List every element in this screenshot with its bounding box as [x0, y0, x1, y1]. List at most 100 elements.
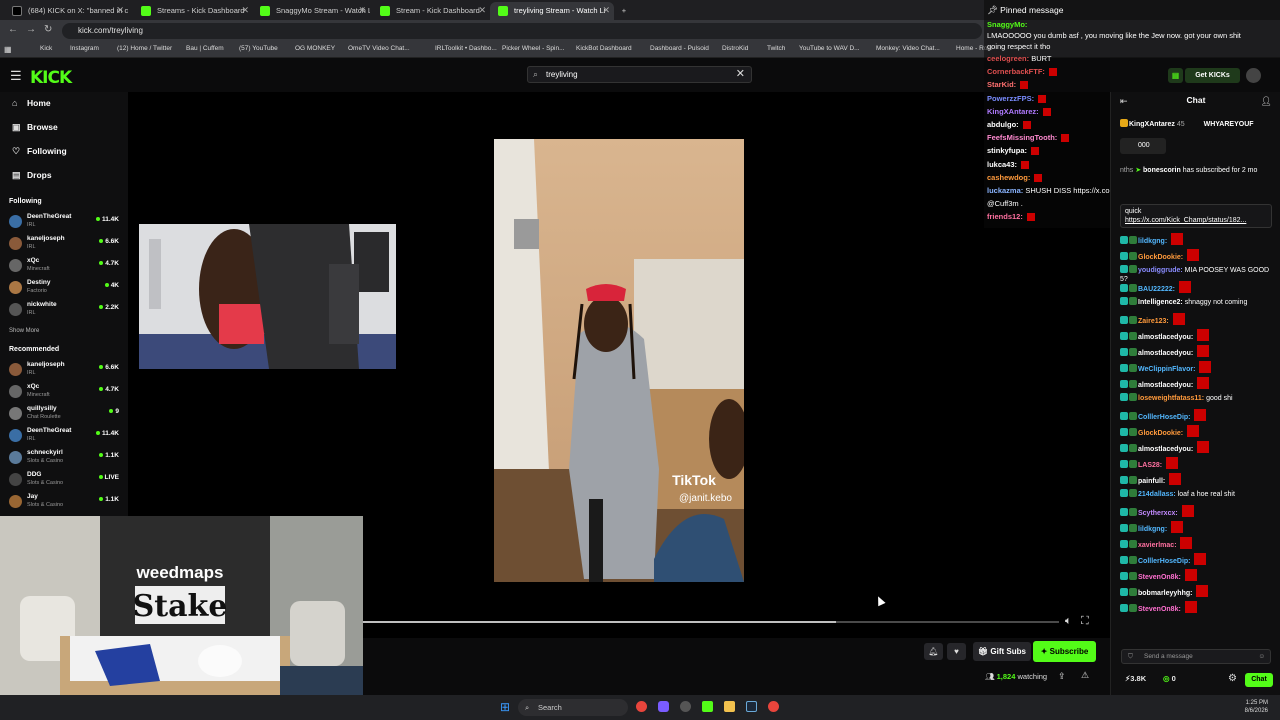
chat-username[interactable]: 214dallass:	[1138, 491, 1176, 498]
sidebar-channel[interactable]: kaneljoseph IRL 6.6K	[9, 361, 121, 381]
chat-username[interactable]: painfull:	[1138, 478, 1165, 485]
forward-icon[interactable]: →	[26, 24, 36, 35]
close-icon[interactable]: ✕	[478, 2, 486, 19]
bookmark-item[interactable]: OmeTV Video Chat...	[338, 45, 410, 52]
chat-username[interactable]: almostlacedyou:	[1138, 446, 1193, 453]
chat-username[interactable]: BAU22222:	[1138, 286, 1175, 293]
gift-subs-button[interactable]: 🎁︎ Gift Subs	[973, 642, 1031, 661]
search-input[interactable]: ⌕ treyliving ✕	[527, 66, 752, 83]
kick-logo[interactable]: KICK	[30, 68, 72, 88]
reload-icon[interactable]: ↻	[44, 24, 52, 35]
chat-username[interactable]: Scytherxcx:	[1138, 510, 1178, 517]
file-explorer-icon[interactable]	[724, 701, 735, 712]
pinned-link-card[interactable]: quick https://x.com/Kick_Champ/status/18…	[1120, 204, 1272, 228]
notification-bell-button[interactable]: 🔔︎	[924, 643, 943, 660]
kick-app-icon[interactable]	[702, 701, 713, 712]
bookmark-item[interactable]: Monkey: Video Chat...	[866, 45, 940, 52]
nav-drops[interactable]: ▤ Drops	[12, 170, 52, 180]
browser-tab[interactable]: (684) KICK on X: "banned in ch ✕	[4, 2, 128, 20]
sidebar-channel[interactable]: DeenTheGreat IRL 11.4K	[9, 427, 121, 447]
chat-username[interactable]: loseweightfatass11:	[1138, 395, 1204, 402]
bookmark-item[interactable]: Bau | Cuffem	[176, 45, 224, 52]
bookmark-item[interactable]: YouTube to WAV D...	[789, 45, 860, 52]
close-icon[interactable]: ✕	[116, 2, 124, 19]
chat-username[interactable]: xavierlmac:	[1138, 542, 1177, 549]
bookmark-item[interactable]: (57) YouTube	[229, 45, 278, 52]
back-icon[interactable]: ←	[8, 24, 18, 35]
bookmark-item[interactable]: OG MONKEY	[285, 45, 335, 52]
nav-following[interactable]: ♡ Following	[12, 146, 67, 156]
close-icon[interactable]: ✕	[358, 2, 366, 19]
sidebar-channel[interactable]: Destiny Factorio 4K	[9, 279, 121, 299]
sidebar-channel[interactable]: Jay Slots & Casino 1.1K	[9, 493, 121, 513]
show-more-link[interactable]: Show More	[9, 328, 39, 334]
bookmark-item[interactable]: (12) Home / Twitter	[107, 45, 172, 52]
get-kicks-button[interactable]: Get KICKs	[1185, 68, 1240, 83]
video-progress-bar[interactable]	[363, 621, 1059, 623]
chat-username[interactable]: WeClippinFlavor:	[1138, 366, 1195, 373]
sidebar-channel[interactable]: xQc Minecraft 4.7K	[9, 257, 121, 277]
chat-username[interactable]: ColllerHoseDip:	[1138, 414, 1191, 421]
bookmark-item[interactable]: IRLToolkit • Dashbo...	[425, 45, 497, 52]
settings-gear-icon[interactable]: ⚙	[1228, 673, 1237, 684]
nav-browse[interactable]: ▣ Browse	[12, 122, 58, 132]
sidebar-channel[interactable]: DeenTheGreat IRL 11.4K	[9, 213, 121, 233]
sidebar-channel[interactable]: xQc Minecraft 4.7K	[9, 383, 121, 403]
apps-icon[interactable]: ▦	[4, 45, 12, 54]
emoji-icon[interactable]: ☺	[1258, 650, 1265, 663]
browser-tab[interactable]: Stream - Kick Dashboard ✕	[372, 2, 490, 20]
chat-username[interactable]: bobmarleyyhhg:	[1138, 590, 1192, 597]
sidebar-channel[interactable]: kaneljoseph IRL 6.6K	[9, 235, 121, 255]
chat-username[interactable]: youdiggrude:	[1138, 267, 1183, 274]
fullscreen-icon[interactable]: ⛶	[1081, 615, 1089, 628]
chat-username[interactable]: Intelligence2:	[1138, 299, 1183, 306]
sidebar-channel[interactable]: quillysilly Chat Roulette 9	[9, 405, 121, 425]
obs-icon[interactable]	[680, 701, 691, 712]
chat-username[interactable]: almostlacedyou:	[1138, 350, 1193, 357]
chat-username[interactable]: lildkgng:	[1138, 526, 1167, 533]
chat-username[interactable]: lildkgng:	[1138, 238, 1167, 245]
chat-username[interactable]: GlockDookie:	[1138, 430, 1183, 437]
new-tab-button[interactable]: +	[614, 2, 634, 20]
chat-users-icon[interactable]: 👤︎	[1261, 96, 1272, 107]
bookmark-item[interactable]: DistroKid	[712, 45, 748, 52]
taskbar-search[interactable]: ⌕ Search	[518, 699, 628, 716]
chat-message-input[interactable]: ⛉ Send a message ☺	[1121, 649, 1271, 664]
browser-tab[interactable]: Streams - Kick Dashboard ✕	[133, 2, 253, 20]
chat-username[interactable]: almostlacedyou:	[1138, 382, 1193, 389]
chat-username[interactable]: StevenOn8k:	[1138, 574, 1181, 581]
subscribe-button[interactable]: ✦ Subscribe	[1033, 641, 1096, 662]
menu-icon[interactable]: ☰	[10, 68, 22, 84]
volume-icon[interactable]: 🔈︎	[1065, 615, 1072, 628]
close-icon[interactable]: ✕	[241, 2, 249, 19]
report-icon[interactable]: ⚠	[1081, 670, 1089, 681]
chat-username[interactable]: almostlacedyou:	[1138, 334, 1193, 341]
bookmark-item[interactable]: Twitch	[757, 45, 785, 52]
close-icon[interactable]: ✕	[602, 2, 610, 19]
sidebar-channel[interactable]: schneckyirl Slots & Casino 1.1K	[9, 449, 121, 469]
browser-tab[interactable]: SnaggyMo Stream - Watch Live✕	[252, 2, 370, 20]
bookmark-item[interactable]: Kick	[30, 45, 52, 52]
chrome-icon[interactable]	[768, 701, 779, 712]
chat-username[interactable]: StevenOn8k:	[1138, 606, 1181, 613]
avatar[interactable]	[1246, 68, 1261, 83]
sidebar-channel[interactable]: DDG Slots & Casino LIVE	[9, 471, 121, 491]
dashboard-icon[interactable]: ▦	[1168, 68, 1183, 83]
bookmark-item[interactable]: Dashboard - Pulsoid	[640, 45, 709, 52]
browser-tab-active[interactable]: treyliving Stream - Watch Li ✕	[490, 2, 614, 20]
sidebar-channel[interactable]: nickwhite IRL 2.2K	[9, 301, 121, 321]
chat-username[interactable]: GlockDookie:	[1138, 254, 1183, 261]
system-clock[interactable]: 1:25 PM 8/6/2026	[1245, 699, 1268, 715]
chat-username[interactable]: Zaire123:	[1138, 318, 1169, 325]
bookmark-item[interactable]: Picker Wheel - Spin...	[492, 45, 565, 52]
chrome-icon[interactable]	[636, 701, 647, 712]
pinned-link-url[interactable]: https://x.com/Kick_Champ/status/182...	[1125, 216, 1267, 225]
chat-username[interactable]: ColllerHoseDip:	[1138, 558, 1191, 565]
follow-heart-button[interactable]: ♥	[947, 643, 966, 660]
discord-icon[interactable]	[658, 701, 669, 712]
url-input[interactable]: kick.com/treyliving	[62, 23, 982, 39]
nav-home[interactable]: ⌂ Home	[12, 98, 51, 108]
chat-username[interactable]: LAS28:	[1138, 462, 1162, 469]
clear-search-icon[interactable]: ✕	[736, 67, 745, 82]
send-chat-button[interactable]: Chat	[1245, 673, 1273, 687]
